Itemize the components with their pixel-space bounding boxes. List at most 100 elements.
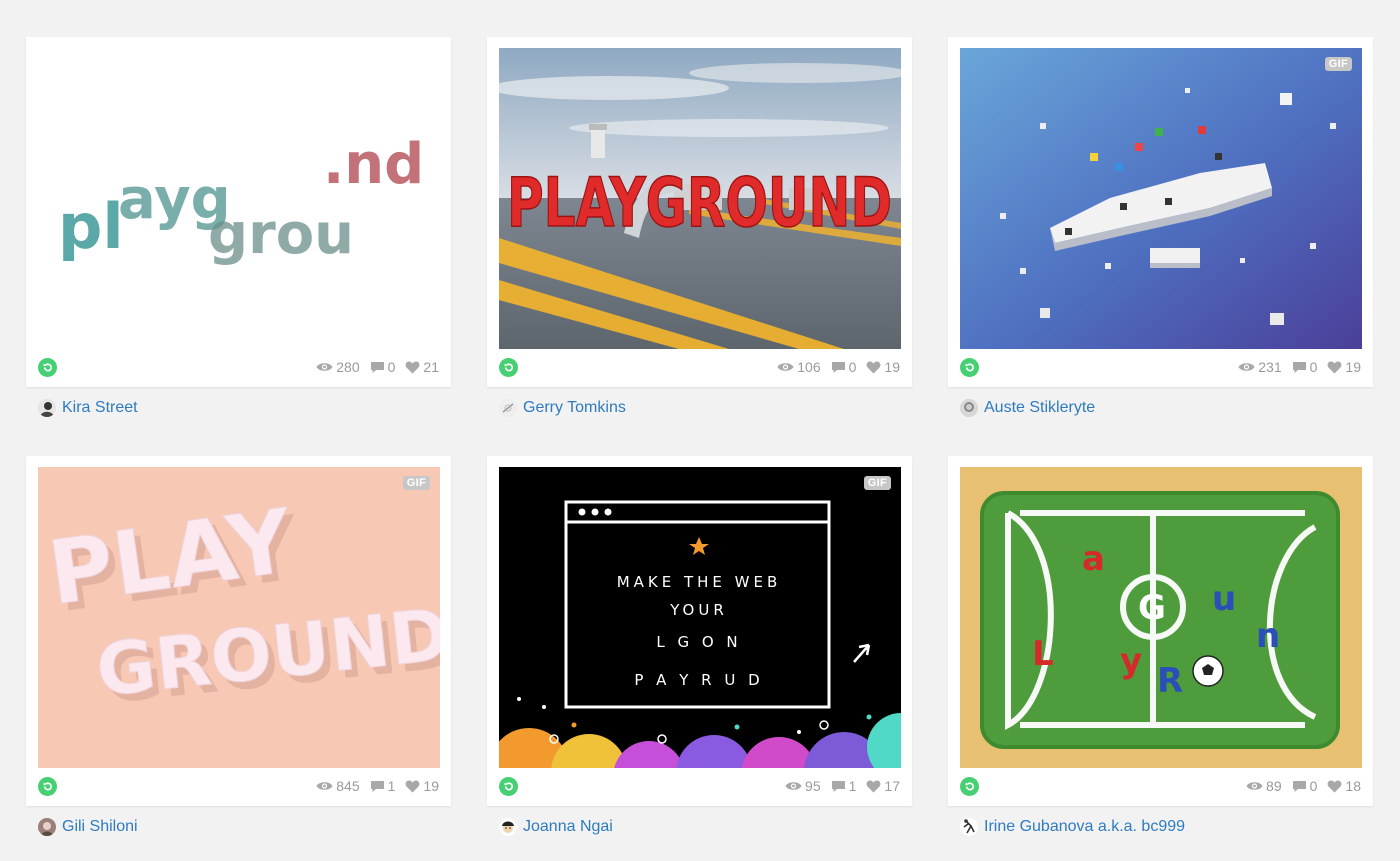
- art-text: L G O N: [656, 633, 741, 651]
- views-stat[interactable]: 280: [316, 359, 360, 375]
- likes-count: 18: [1345, 778, 1361, 794]
- author-link[interactable]: Joanna Ngai: [499, 818, 613, 836]
- pen-stats: 95 1 17: [785, 775, 900, 797]
- comments-stat[interactable]: 0: [1292, 778, 1317, 794]
- eye-icon: [785, 782, 802, 790]
- views-count: 231: [1258, 359, 1282, 375]
- remix-icon[interactable]: [960, 358, 979, 377]
- pen-preview[interactable]: pl ayg grou .nd: [38, 48, 440, 349]
- pen-stats: 231 0 19: [1238, 356, 1361, 378]
- likes-count: 17: [884, 778, 900, 794]
- likes-stat[interactable]: 19: [866, 359, 900, 375]
- art-text: PLAYGROUND: [507, 164, 892, 243]
- likes-stat[interactable]: 18: [1327, 778, 1361, 794]
- pen-preview[interactable]: MAKE THE WEB YOUR L G O N P A Y R U D GI…: [499, 467, 901, 768]
- heart-icon: [1328, 361, 1342, 373]
- comments-count: 1: [848, 778, 857, 794]
- comments-stat[interactable]: 0: [831, 359, 857, 375]
- avatar: [38, 818, 56, 836]
- comment-icon: [370, 780, 384, 792]
- avatar: [499, 818, 517, 836]
- preview-image: pl ayg grou .nd: [38, 48, 440, 349]
- eye-icon: [316, 782, 333, 790]
- author-name: Kira Street: [62, 399, 138, 416]
- likes-count: 19: [1345, 359, 1361, 375]
- svg-text:y: y: [1120, 641, 1142, 681]
- eye-icon: [777, 363, 794, 371]
- comment-icon: [1292, 361, 1306, 373]
- art-text: YOUR: [669, 601, 728, 619]
- pen-card[interactable]: PLAY PLAY GROUND GROUND GIF 845 1 19: [26, 456, 451, 806]
- svg-text:a: a: [1082, 539, 1105, 579]
- views-stat[interactable]: 231: [1238, 359, 1282, 375]
- pen-preview[interactable]: PLAY PLAY GROUND GROUND GIF: [38, 467, 440, 768]
- svg-text:n: n: [1256, 616, 1280, 656]
- likes-stat[interactable]: 21: [405, 359, 439, 375]
- views-stat[interactable]: 845: [316, 778, 360, 794]
- preview-image: [960, 48, 1362, 349]
- avatar: [38, 399, 56, 417]
- author-name: Gili Shiloni: [62, 818, 138, 835]
- likes-stat[interactable]: 19: [1327, 359, 1361, 375]
- pen-stats: 280 0 21: [316, 356, 439, 378]
- comments-count: 0: [387, 359, 396, 375]
- author-link[interactable]: Gerry Tomkins: [499, 399, 626, 417]
- comments-stat[interactable]: 1: [370, 778, 395, 794]
- pen-card[interactable]: GIF 231 0 19: [948, 37, 1373, 387]
- avatar: [960, 399, 978, 417]
- author-link[interactable]: Kira Street: [38, 399, 138, 417]
- remix-icon[interactable]: [499, 777, 518, 796]
- likes-count: 19: [884, 359, 900, 375]
- pen-stats: 845 1 19: [316, 775, 439, 797]
- author-name: Auste Stikleryte: [984, 399, 1096, 416]
- author-link[interactable]: Gili Shiloni: [38, 818, 138, 836]
- likes-stat[interactable]: 19: [405, 778, 439, 794]
- pen-card[interactable]: MAKE THE WEB YOUR L G O N P A Y R U D GI…: [487, 456, 912, 806]
- author-link[interactable]: Irine Gubanova a.k.a. bc999: [960, 818, 1185, 836]
- comments-count: 0: [848, 359, 857, 375]
- likes-count: 19: [423, 778, 439, 794]
- svg-text:R: R: [1157, 661, 1183, 701]
- pen-card[interactable]: a L y G u n R 89 0 18: [948, 456, 1373, 806]
- eye-icon: [1246, 782, 1263, 790]
- pen-card[interactable]: PLAYGROUND 106 0 19: [487, 37, 912, 387]
- views-count: 89: [1266, 778, 1282, 794]
- preview-image: a L y G u n R: [960, 467, 1362, 768]
- eye-icon: [316, 363, 333, 371]
- heart-icon: [867, 361, 881, 373]
- pen-stats: 89 0 18: [1246, 775, 1361, 797]
- avatar: [499, 399, 517, 417]
- pen-card[interactable]: pl ayg grou .nd 280 0 21: [26, 37, 451, 387]
- remix-icon[interactable]: [499, 358, 518, 377]
- comment-icon: [831, 780, 845, 792]
- svg-text:L: L: [1032, 634, 1054, 674]
- views-count: 845: [336, 778, 360, 794]
- likes-stat[interactable]: 17: [866, 778, 900, 794]
- comments-count: 0: [1309, 359, 1318, 375]
- pen-preview[interactable]: GIF: [960, 48, 1362, 349]
- gif-badge: GIF: [402, 476, 430, 490]
- author-name: Irine Gubanova a.k.a. bc999: [984, 818, 1186, 835]
- remix-icon[interactable]: [38, 358, 57, 377]
- heart-icon: [1328, 780, 1342, 792]
- remix-icon[interactable]: [960, 777, 979, 796]
- heart-icon: [406, 361, 420, 373]
- pen-preview[interactable]: PLAYGROUND: [499, 48, 901, 349]
- heart-icon: [867, 780, 881, 792]
- preview-image: PLAY PLAY GROUND GROUND: [38, 467, 440, 768]
- comments-stat[interactable]: 1: [831, 778, 857, 794]
- likes-count: 21: [423, 359, 439, 375]
- views-stat[interactable]: 106: [777, 359, 821, 375]
- author-link[interactable]: Auste Stikleryte: [960, 399, 1095, 417]
- remix-icon[interactable]: [38, 777, 57, 796]
- comment-icon: [1292, 780, 1306, 792]
- comments-stat[interactable]: 0: [1292, 359, 1318, 375]
- heart-icon: [406, 780, 420, 792]
- views-stat[interactable]: 89: [1246, 778, 1282, 794]
- pen-preview[interactable]: a L y G u n R: [960, 467, 1362, 768]
- gif-badge: GIF: [863, 476, 891, 490]
- views-stat[interactable]: 95: [785, 778, 821, 794]
- art-text: pl: [58, 190, 124, 263]
- art-text: grou: [208, 202, 354, 267]
- comments-stat[interactable]: 0: [370, 359, 396, 375]
